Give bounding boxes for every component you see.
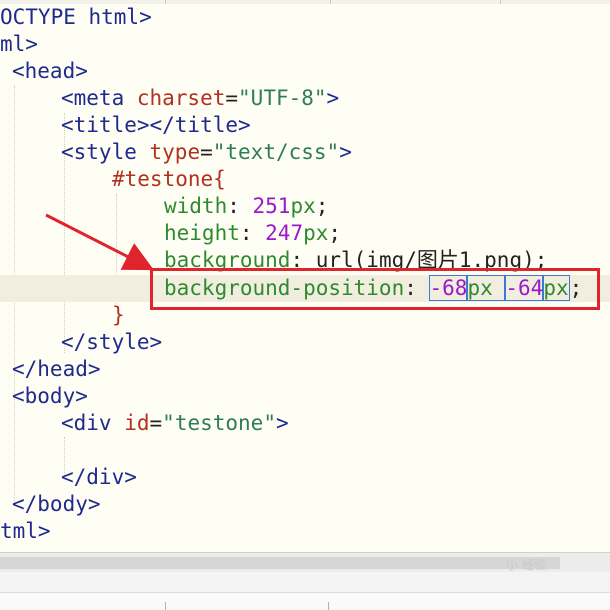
red-highlight-box <box>150 268 600 310</box>
watermark: 小 经验 <box>506 558 546 572</box>
code-editor[interactable]: OCTYPE html> ml> <head> <meta charset="U… <box>0 0 610 552</box>
bottom-tab-bar <box>0 572 610 593</box>
bottom-panel <box>0 572 610 610</box>
scrollbar-thumb[interactable] <box>0 557 560 569</box>
